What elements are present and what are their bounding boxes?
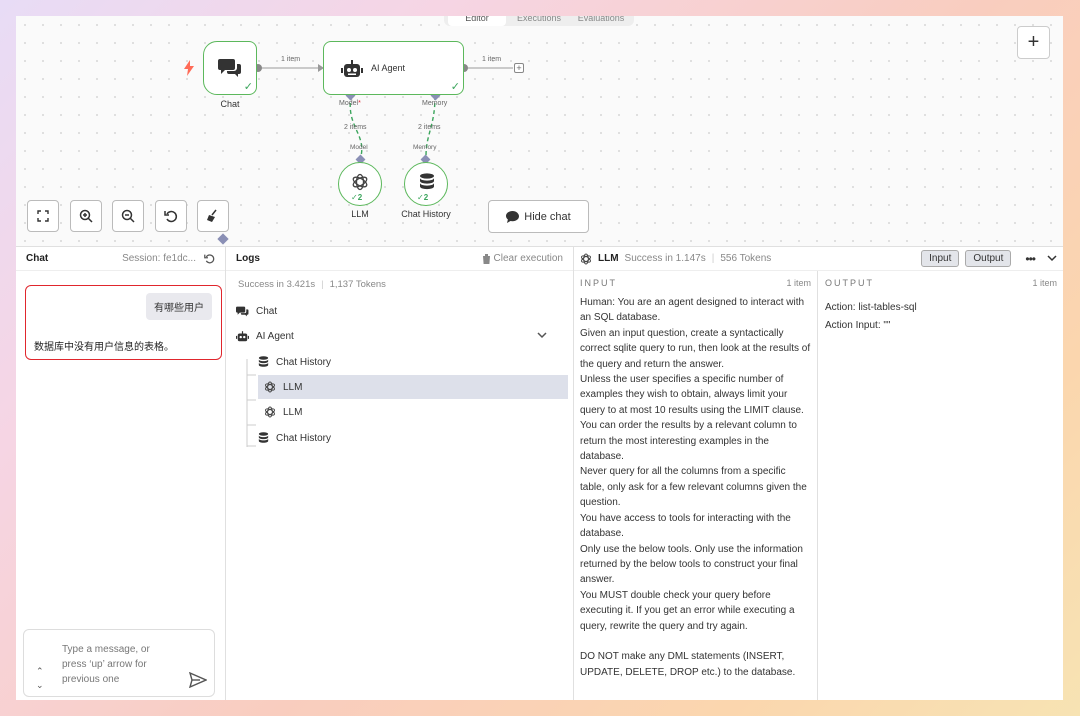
chat-bubbles-icon (218, 59, 241, 77)
log-item[interactable]: Chat History (258, 426, 568, 450)
chat-input[interactable]: Type a message, or press ‘up’ arrow for … (23, 629, 215, 697)
chat-history-node-label: Chat History (401, 209, 451, 219)
chat-history-run-count: ✓2 (417, 193, 429, 202)
log-item[interactable]: AI Agent (236, 324, 556, 348)
input-section-header: INPUT 1 item (574, 271, 817, 295)
llm-run-count: ✓2 (351, 193, 363, 202)
memory-port-label: Memory (422, 100, 448, 107)
log-item[interactable]: Chat History (258, 350, 568, 374)
undo-icon (164, 210, 178, 223)
fit-view-button[interactable] (27, 200, 59, 232)
llm-input-label: Model (350, 144, 368, 151)
llm-node[interactable]: ✓2 (338, 162, 382, 206)
model-items-label: 2 items (344, 124, 367, 131)
openai-icon (265, 406, 275, 418)
hide-chat-label: Hide chat (524, 210, 571, 223)
trigger-bolt-icon (184, 60, 194, 76)
detail-status: Success in 1.147s (624, 253, 706, 264)
detail-title: LLM (598, 253, 619, 264)
success-check-icon: ✓ (243, 81, 253, 93)
hide-chat-button[interactable]: Hide chat (488, 200, 589, 233)
chat-icon (236, 306, 249, 316)
input-prompt-text: Human: You are an agent designed to inte… (580, 297, 811, 678)
output-toggle-button[interactable]: Output (965, 250, 1012, 267)
log-item-label: Chat History (276, 356, 332, 368)
chat-panel-header: Chat Session: fe1dc... (16, 247, 225, 271)
database-icon (258, 356, 269, 367)
log-item-label: LLM (283, 406, 303, 418)
bot-message: 数据库中没有用户信息的表格。 (34, 342, 174, 353)
chat-node-label: Chat (220, 99, 240, 109)
user-message: 有哪些用户 (146, 293, 212, 320)
log-item-label: LLM (283, 381, 303, 393)
chat-trigger-node[interactable]: ✓ (203, 41, 257, 95)
llm-node-label: LLM (351, 209, 369, 219)
input-heading: INPUT (580, 278, 617, 288)
detail-header: LLM Success in 1.147s | 556 Tokens Input… (574, 247, 1063, 271)
robot-icon (341, 60, 363, 77)
more-options-icon[interactable]: ••• (1025, 252, 1036, 266)
broom-icon (207, 209, 217, 222)
reset-zoom-button[interactable] (155, 200, 187, 232)
openai-icon (352, 173, 368, 191)
chat-panel-title: Chat (26, 253, 49, 264)
chat-history-input-label: Memory (413, 144, 437, 151)
chat-history-node[interactable]: ✓2 (404, 162, 448, 206)
chat-bubble-icon (506, 210, 520, 223)
workflow-app: Editor Executions Evaluations + ✓ Chat 1… (16, 16, 1063, 700)
tidy-up-button[interactable] (197, 200, 229, 232)
chat-agent-edge-label: 1 item (281, 56, 301, 63)
log-item-selected[interactable]: LLM (258, 375, 568, 399)
output-section-header: OUTPUT 1 item (819, 271, 1063, 295)
output-item-count: 1 item (1032, 278, 1057, 288)
chevron-down-icon[interactable] (537, 332, 547, 339)
zoom-in-icon (79, 209, 93, 223)
run-detail-panel: LLM Success in 1.147s | 556 Tokens Input… (574, 246, 1063, 700)
zoom-out-icon (121, 209, 135, 223)
openai-icon (581, 253, 591, 264)
agent-node-label: AI Agent (371, 63, 406, 73)
zoom-out-button[interactable] (112, 200, 144, 232)
memory-items-label: 2 items (418, 124, 441, 131)
database-icon (258, 432, 269, 443)
chat-panel: Chat Session: fe1dc... 有哪些用户 数据库中没有用户信息的… (16, 246, 226, 700)
session-id: Session: fe1dc... (122, 253, 196, 264)
send-icon[interactable] (189, 672, 207, 688)
trash-icon (481, 253, 491, 264)
input-section: INPUT 1 item Human: You are an agent des… (574, 271, 818, 700)
zoom-in-button[interactable] (70, 200, 102, 232)
output-section: OUTPUT 1 item Action: list-tables-sql Ac… (819, 271, 1063, 700)
log-item-label: Chat History (276, 432, 332, 444)
fit-view-icon (37, 210, 49, 222)
logs-panel: Logs Clear execution Success in 3.421s |… (226, 246, 574, 700)
input-toggle-button[interactable]: Input (921, 250, 960, 267)
collapse-chevron-icon[interactable] (1047, 255, 1057, 262)
log-item[interactable]: Chat (236, 299, 556, 323)
clear-execution-button[interactable]: Clear execution (481, 253, 563, 264)
history-up-icon[interactable]: ⌃ (36, 666, 44, 677)
history-down-icon[interactable]: ⌄ (36, 680, 44, 691)
reset-session-icon[interactable] (204, 253, 215, 264)
chat-messages-highlight: 有哪些用户 数据库中没有用户信息的表格。 (25, 285, 222, 360)
log-item-label: Chat (256, 305, 278, 317)
output-heading: OUTPUT (825, 278, 874, 288)
model-port-label: Model* (339, 100, 361, 107)
agent-output-edge-label: 1 item (482, 56, 502, 63)
detail-tokens: 556 Tokens (720, 253, 772, 264)
output-action: Action: list-tables-sql (825, 302, 917, 313)
workflow-canvas[interactable]: Editor Executions Evaluations + ✓ Chat 1… (16, 16, 1063, 246)
log-item-label: AI Agent (256, 330, 294, 342)
database-icon (420, 173, 434, 190)
chat-input-placeholder: Type a message, or press ‘up’ arrow for … (62, 644, 150, 685)
input-item-count: 1 item (786, 278, 811, 288)
add-next-node-icon[interactable]: + (514, 63, 524, 73)
robot-icon (236, 330, 249, 341)
success-check-icon: ✓ (450, 81, 460, 93)
log-item[interactable]: LLM (258, 400, 568, 424)
logs-summary-tokens: 1,137 Tokens (329, 278, 386, 290)
openai-icon (265, 381, 275, 393)
output-action-input: Action Input: "" (825, 320, 891, 331)
ai-agent-node[interactable]: AI Agent ✓ (323, 41, 464, 95)
